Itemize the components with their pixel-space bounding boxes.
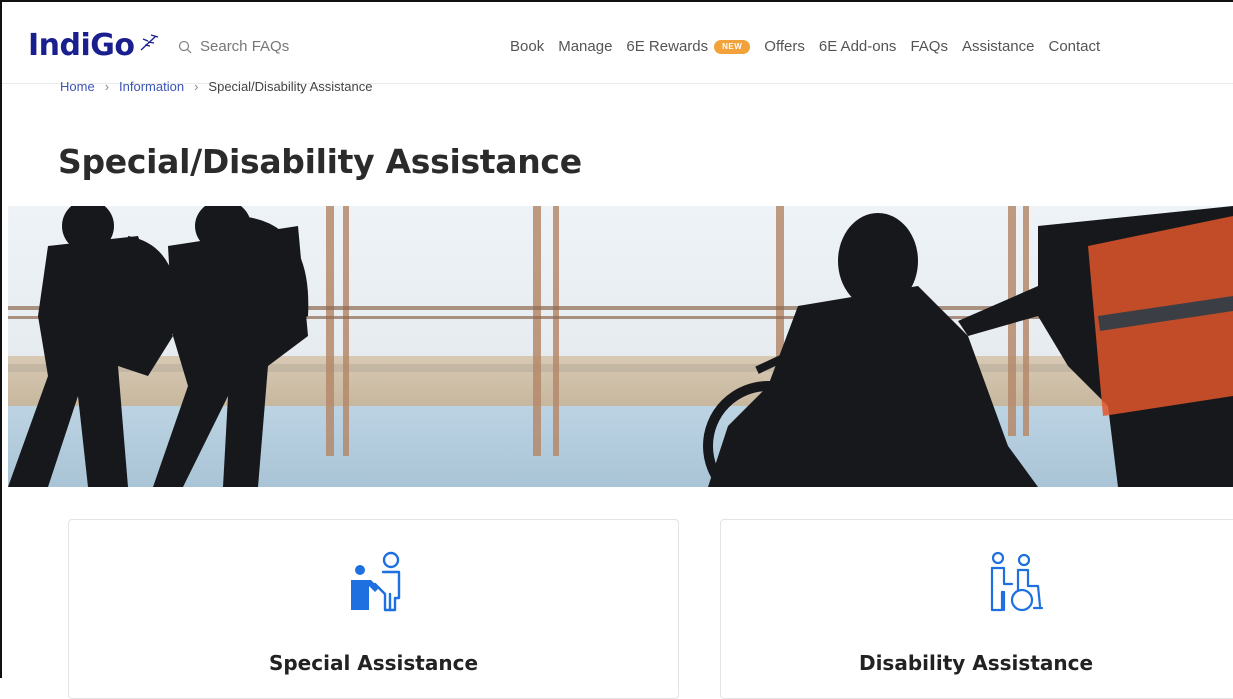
breadcrumb-home[interactable]: Home: [60, 79, 95, 94]
chevron-right-icon: ›: [104, 79, 110, 94]
search-box[interactable]: Search FAQs: [178, 38, 289, 55]
nav-manage[interactable]: Manage: [558, 38, 612, 55]
nav-6e-rewards[interactable]: 6E Rewards NEW: [626, 38, 751, 55]
indigo-logo[interactable]: IndiGo: [28, 27, 159, 61]
nav-offers[interactable]: Offers: [764, 38, 805, 55]
logo-text: IndiGo: [28, 28, 135, 63]
nav-assistance[interactable]: Assistance: [962, 38, 1035, 55]
disability-assistance-title: Disability Assistance: [858, 651, 1094, 675]
special-assistance-card[interactable]: Special Assistance: [68, 519, 679, 699]
new-badge: NEW: [714, 40, 751, 55]
nav-6e-add-ons[interactable]: 6E Add-ons: [819, 38, 897, 55]
breadcrumb-information[interactable]: Information: [119, 79, 184, 94]
search-input[interactable]: Search FAQs: [200, 38, 289, 55]
special-assistance-title: Special Assistance: [268, 651, 479, 675]
nav-faqs[interactable]: FAQs: [910, 38, 948, 55]
special-assistance-icon: [345, 550, 409, 619]
chevron-right-icon: ›: [194, 79, 199, 94]
breadcrumb-current: Special/Disability Assistance: [208, 79, 373, 94]
plane-icon: [139, 27, 159, 57]
hero-banner-image: [8, 206, 1233, 487]
nav-book[interactable]: Book: [510, 38, 544, 55]
wheelchair-assistance-icon: [988, 550, 1044, 619]
site-header: IndiGo Search FAQs Book Manage 6E Reward…: [2, 2, 1233, 84]
disability-assistance-card[interactable]: Disability Assistance: [720, 519, 1233, 699]
nav-6e-rewards-label: 6E Rewards: [626, 38, 709, 55]
search-icon: [178, 40, 192, 54]
nav-contact[interactable]: Contact: [1049, 38, 1101, 55]
breadcrumb: Home › Information › Special/Disability …: [60, 79, 372, 94]
main-nav: Book Manage 6E Rewards NEW Offers 6E Add-…: [510, 38, 1100, 55]
page-title: Special/Disability Assistance: [58, 142, 582, 181]
